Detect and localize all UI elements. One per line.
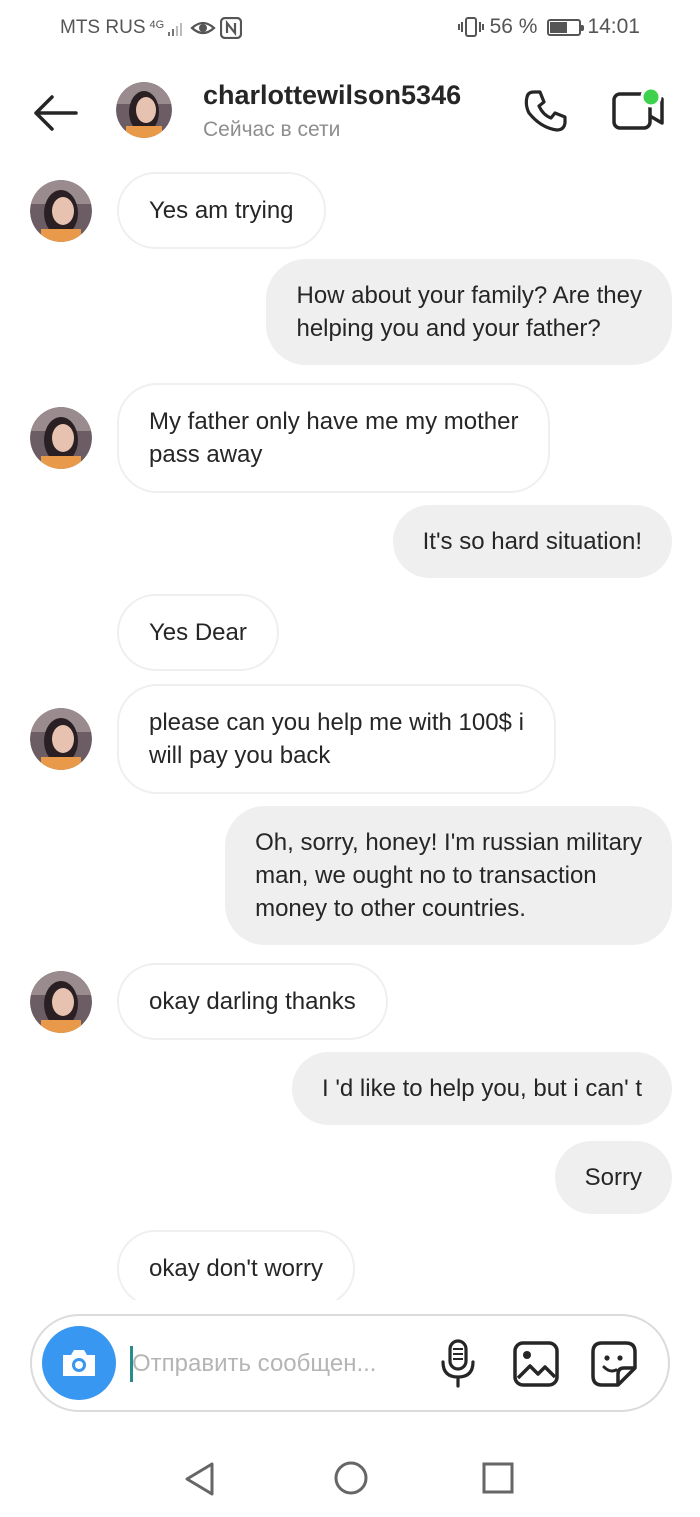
clock: 14:01 (587, 15, 640, 38)
incoming-message[interactable]: okay darling thanks (117, 963, 388, 1040)
carrier-label: MTS RUS (60, 17, 146, 38)
arrow-left-icon[interactable] (30, 88, 80, 138)
incoming-message[interactable]: Yes am trying (117, 172, 326, 249)
outgoing-message[interactable]: I 'd like to help you, but i can' t (291, 1052, 672, 1125)
message-composer (30, 1314, 670, 1412)
network-type-label: 4G (149, 19, 165, 31)
outgoing-message[interactable]: It's so hard situation! (392, 505, 672, 578)
nav-back-icon[interactable] (183, 1460, 217, 1498)
battery-percent: 56 % (489, 15, 538, 38)
battery-icon (547, 18, 585, 36)
incoming-message[interactable]: okay don't worry (117, 1230, 355, 1300)
message-list[interactable]: Yes am trying How about your family? Are … (0, 166, 700, 1300)
status-left: MTS RUS 4G (60, 17, 243, 39)
outgoing-message[interactable]: How about your family? Are they helping … (266, 259, 672, 365)
avatar[interactable] (30, 179, 92, 242)
nfc-icon (220, 17, 243, 39)
camera-button[interactable] (42, 1326, 116, 1400)
vibrate-icon (457, 17, 484, 37)
avatar[interactable] (30, 708, 92, 770)
video-camera-icon[interactable] (610, 86, 666, 136)
outgoing-message[interactable]: Oh, sorry, honey! I'm russian military m… (225, 806, 672, 945)
camera-icon (63, 1350, 95, 1376)
image-icon[interactable] (512, 1340, 560, 1388)
eye-icon (190, 21, 216, 35)
avatar[interactable] (30, 970, 92, 1033)
incoming-message[interactable]: My father only have me my mother pass aw… (117, 383, 551, 493)
outgoing-message[interactable]: Sorry (554, 1141, 672, 1214)
sticker-icon[interactable] (590, 1340, 638, 1388)
microphone-icon[interactable] (436, 1338, 480, 1390)
online-indicator (640, 86, 662, 108)
incoming-message[interactable]: Yes Dear (117, 594, 279, 671)
battery-fill (550, 21, 568, 33)
phone-icon[interactable] (520, 86, 570, 136)
system-nav-bar (0, 1440, 700, 1517)
online-status: Сейчас в сети (203, 118, 341, 141)
avatar[interactable] (30, 407, 92, 469)
username[interactable]: charlottewilson5346 (203, 80, 461, 111)
message-input[interactable] (132, 1344, 422, 1384)
nav-recent-icon[interactable] (482, 1462, 514, 1494)
incoming-message[interactable]: please can you help me with 100$ i will … (117, 684, 556, 794)
status-bar: MTS RUS 4G 56 % 14:01 (0, 0, 700, 56)
chat-header: charlottewilson5346 Сейчас в сети (0, 56, 700, 166)
status-right: 56 % 14:01 (457, 15, 640, 39)
signal-icon (168, 23, 183, 36)
avatar[interactable] (116, 82, 172, 138)
nav-home-icon[interactable] (333, 1460, 369, 1496)
